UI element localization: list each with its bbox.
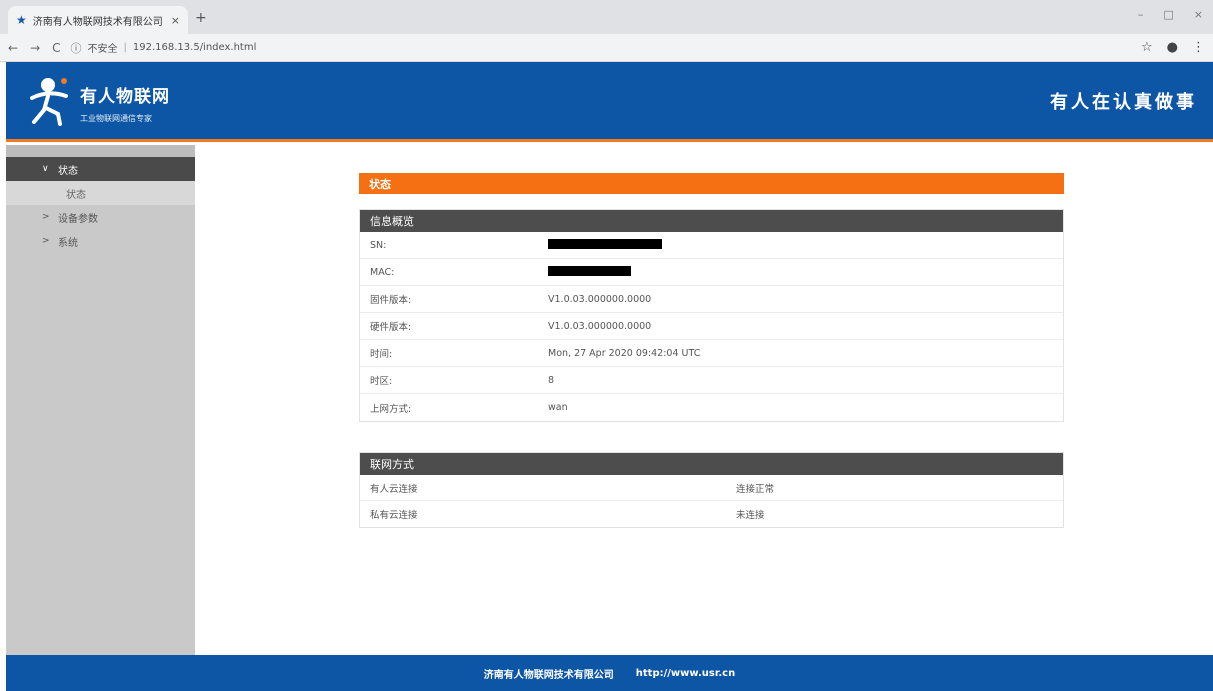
browser-tab-bar: ★ 济南有人物联网技术有限公司 × + – □ × (0, 0, 1213, 34)
row-label: 硬件版本: (370, 322, 412, 333)
account-icon[interactable]: ● (1167, 40, 1178, 55)
chevron-down-icon: ∨ (42, 164, 49, 174)
maximize-icon[interactable]: □ (1163, 8, 1173, 21)
sidebar-item-status[interactable]: ∨ 状态 (6, 157, 195, 181)
address-actions: ☆ ● ⋮ (1141, 40, 1205, 55)
table-row: 固件版本: V1.0.03.000000.0000 (360, 286, 1063, 313)
table-row: 时区: 8 (360, 367, 1063, 394)
sidebar-item-device-params[interactable]: > 设备参数 (6, 205, 195, 229)
table-row: MAC: (360, 259, 1063, 286)
row-value (548, 265, 1063, 279)
sidebar-subitem-status[interactable]: 状态 (6, 181, 195, 205)
row-label: 时间: (370, 349, 393, 360)
url-field[interactable]: ⓘ 不安全 | 192.168.13.5/index.html (71, 40, 257, 56)
sidebar-item-label: 状态 (58, 165, 78, 177)
menu-icon[interactable]: ⋮ (1192, 40, 1205, 55)
row-value: Mon, 27 Apr 2020 09:42:04 UTC (548, 347, 701, 359)
footer: 济南有人物联网技术有限公司 http://www.usr.cn (6, 655, 1213, 691)
tab-close-icon[interactable]: × (171, 14, 180, 27)
browser-tab[interactable]: ★ 济南有人物联网技术有限公司 × (8, 6, 188, 34)
table-row: 私有云连接 未连接 (360, 501, 1063, 527)
info-icon[interactable]: ⓘ (71, 40, 82, 56)
sidebar: ∨ 状态 状态 > 设备参数 > 系统 (6, 145, 195, 655)
row-label: 时区: (370, 376, 393, 387)
sidebar-item-label: 设备参数 (58, 213, 98, 225)
table-row: 有人云连接 连接正常 (360, 475, 1063, 501)
panel-title: 信息概览 (360, 210, 1063, 232)
redacted-mac (548, 265, 631, 276)
reload-icon[interactable]: C (52, 41, 60, 55)
sidebar-item-label: 系统 (58, 237, 78, 249)
app-header: 有人物联网 工业物联网通信专家 有人在认真做事 (6, 62, 1213, 142)
address-bar: ← → C ⓘ 不安全 | 192.168.13.5/index.html ☆ … (0, 34, 1213, 62)
main-content: 状态 信息概览 SN: MAC: 固件版本: V1.0.03.000000.00… (195, 145, 1213, 655)
row-value: V1.0.03.000000.0000 (548, 320, 652, 332)
network-mode-panel: 联网方式 有人云连接 连接正常 私有云连接 未连接 (359, 452, 1064, 528)
row-value: 8 (548, 374, 555, 386)
window-close-icon[interactable]: × (1194, 8, 1203, 21)
row-value (548, 238, 1063, 252)
window-controls: – □ × (1138, 8, 1203, 21)
row-value: 未连接 (736, 510, 765, 521)
sidebar-item-system[interactable]: > 系统 (6, 229, 195, 253)
info-overview-panel: 信息概览 SN: MAC: 固件版本: V1.0.03.000000.0000 … (359, 209, 1064, 422)
back-icon[interactable]: ← (8, 41, 18, 55)
row-value: 连接正常 (736, 483, 775, 495)
chevron-right-icon: > (42, 212, 50, 222)
nav-buttons: ← → C (8, 41, 61, 55)
brand-name: 有人物联网 (80, 87, 170, 107)
table-row: 上网方式: wan (360, 394, 1063, 421)
new-tab-icon[interactable]: + (195, 10, 207, 26)
row-label: 上网方式: (370, 403, 412, 415)
row-label: MAC: (370, 266, 395, 278)
chevron-right-icon: > (42, 236, 50, 246)
security-label: 不安全 (87, 44, 118, 55)
row-label: 私有云连接 (370, 510, 418, 521)
favicon-icon: ★ (16, 13, 27, 27)
tab-title: 济南有人物联网技术有限公司 (32, 16, 163, 28)
logo-text: 有人物联网 工业物联网通信专家 (80, 82, 170, 124)
forward-icon[interactable]: → (30, 41, 40, 55)
footer-link[interactable]: http://www.usr.cn (636, 668, 735, 679)
footer-company: 济南有人物联网技术有限公司 (483, 669, 614, 681)
minimize-icon[interactable]: – (1138, 8, 1144, 21)
panel-title: 联网方式 (360, 453, 1063, 475)
url-text[interactable]: 192.168.13.5/index.html (133, 42, 256, 53)
sidebar-item-label: 状态 (66, 189, 86, 201)
table-row: 时间: Mon, 27 Apr 2020 09:42:04 UTC (360, 340, 1063, 367)
url-separator: | (123, 42, 127, 53)
redacted-sn (548, 238, 662, 249)
row-label: 有人云连接 (370, 483, 418, 495)
section-title: 状态 (359, 173, 1064, 194)
table-row: 硬件版本: V1.0.03.000000.0000 (360, 313, 1063, 340)
bookmark-star-icon[interactable]: ☆ (1141, 40, 1153, 55)
logo-person-icon (30, 78, 68, 126)
row-label: 固件版本: (370, 295, 412, 306)
brand-subtitle: 工业物联网通信专家 (80, 114, 152, 123)
sidebar-top-strip (6, 145, 195, 157)
row-value: V1.0.03.000000.0000 (548, 293, 652, 305)
header-slogan: 有人在认真做事 (1050, 92, 1197, 113)
row-value: wan (548, 402, 568, 413)
table-row: SN: (360, 232, 1063, 259)
row-label: SN: (370, 239, 387, 251)
